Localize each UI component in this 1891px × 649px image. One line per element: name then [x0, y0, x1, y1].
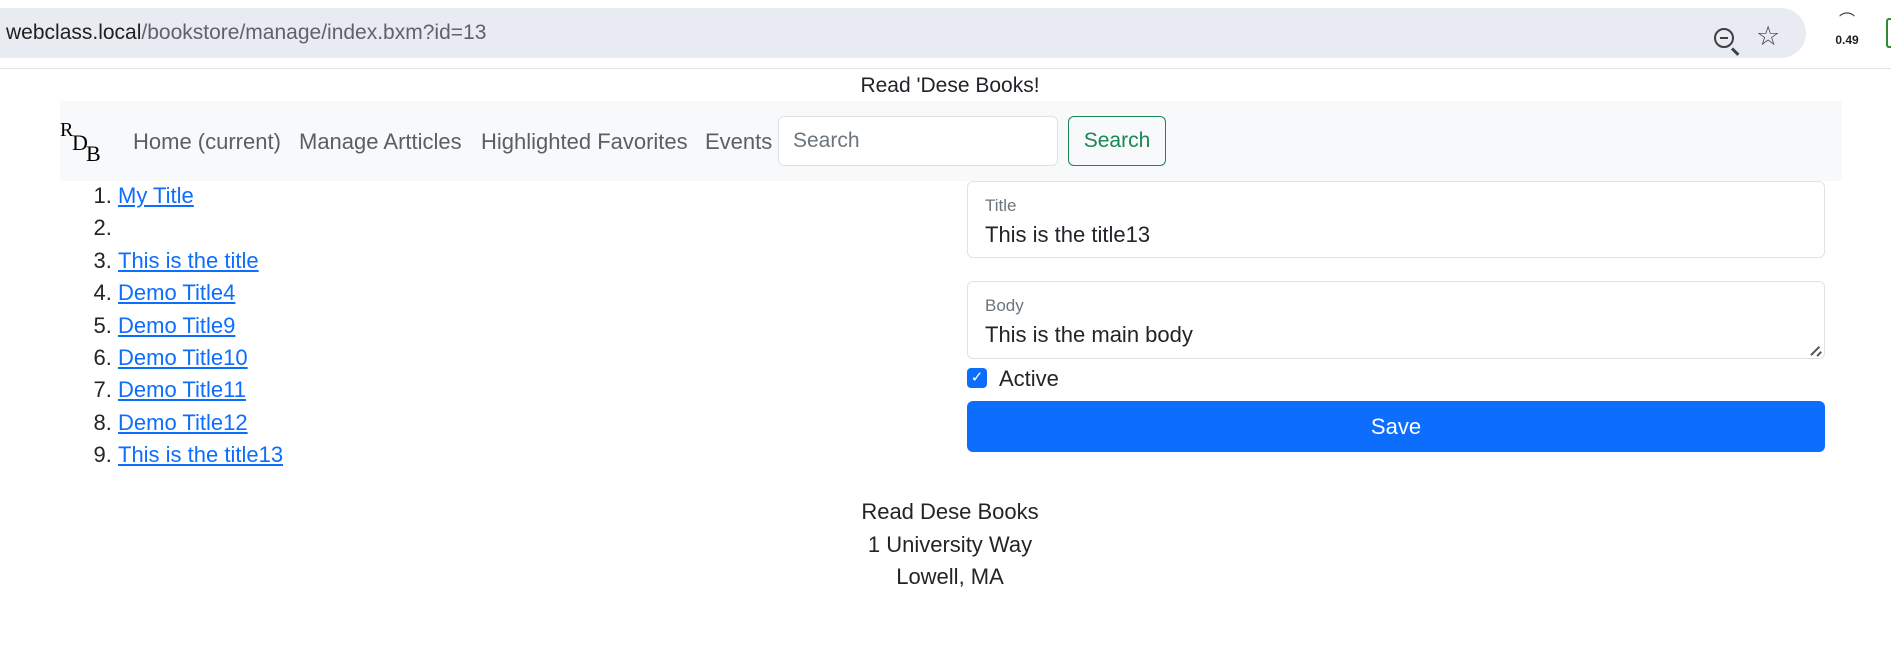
extension-value: 0.49 [1835, 33, 1859, 47]
resize-handle-icon[interactable] [1810, 344, 1822, 356]
browser-toolbar: webclass.local/bookstore/manage/index.bx… [0, 0, 1891, 69]
address-bar[interactable]: webclass.local/bookstore/manage/index.bx… [0, 8, 1806, 58]
body-label: Body [985, 296, 1024, 315]
article-link[interactable]: Demo Title9 [118, 313, 235, 338]
list-item: Demo Title10 [118, 342, 283, 374]
title-value[interactable]: This is the title13 [985, 222, 1150, 248]
star-icon[interactable]: ☆ [1756, 23, 1780, 50]
active-checkbox[interactable]: ✓ [967, 368, 987, 388]
url-text[interactable]: webclass.local/bookstore/manage/index.bx… [6, 21, 486, 45]
body-value[interactable]: This is the main body [985, 322, 1193, 348]
list-item: This is the title13 [118, 439, 283, 471]
nav-highlighted-favorites[interactable]: Highlighted Favorites [481, 129, 688, 155]
article-link[interactable]: My Title [118, 183, 194, 208]
list-item [118, 212, 283, 244]
navbar: R D B Home (current) Manage Artticles Hi… [60, 101, 1842, 181]
article-link[interactable]: Demo Title4 [118, 280, 235, 305]
active-row: ✓ Active [967, 363, 1825, 397]
article-link[interactable]: Demo Title10 [118, 345, 248, 370]
extension-icon: ⌒ [1838, 13, 1855, 30]
brand-logo[interactable]: R D B [60, 119, 106, 166]
footer-street: 1 University Way [867, 531, 1033, 557]
list-item: This is the title [118, 245, 283, 277]
zoom-out-icon[interactable] [1714, 28, 1734, 48]
search-button[interactable]: Search [1068, 116, 1166, 166]
article-list: My Title This is the title Demo Title4 D… [84, 180, 283, 472]
list-item: My Title [118, 180, 283, 212]
article-link[interactable]: Demo Title11 [118, 377, 246, 402]
nav-events[interactable]: Events [705, 129, 772, 155]
article-link[interactable]: This is the title13 [118, 442, 283, 467]
title-field[interactable]: Title This is the title13 [967, 181, 1825, 258]
article-edit-form: Title This is the title13 Body This is t… [967, 181, 1825, 452]
search-input[interactable] [778, 116, 1058, 166]
footer-name: Read Dese Books [861, 499, 1039, 524]
body-field[interactable]: Body This is the main body [967, 281, 1825, 359]
footer: Read Dese Books 1 University Way Lowell,… [0, 496, 1891, 594]
article-link[interactable]: This is the title [118, 248, 259, 273]
title-label: Title [985, 196, 1017, 215]
active-label[interactable]: Active [999, 366, 1059, 392]
list-item: Demo Title12 [118, 407, 283, 439]
save-button[interactable]: Save [967, 401, 1825, 452]
site-title: Read 'Dese Books! [860, 74, 1040, 97]
list-item: Demo Title9 [118, 310, 283, 342]
footer-city: Lowell, MA [896, 564, 1004, 589]
article-link[interactable]: Demo Title12 [118, 410, 248, 435]
nav-home[interactable]: Home (current) [133, 129, 281, 155]
list-item: Demo Title4 [118, 277, 283, 309]
extension-button[interactable]: ⌒ 0.49 [1822, 14, 1872, 54]
extension-edge-icon[interactable] [1886, 18, 1891, 48]
nav-manage-articles[interactable]: Manage Artticles [299, 129, 462, 155]
list-item: Demo Title11 [118, 374, 283, 406]
